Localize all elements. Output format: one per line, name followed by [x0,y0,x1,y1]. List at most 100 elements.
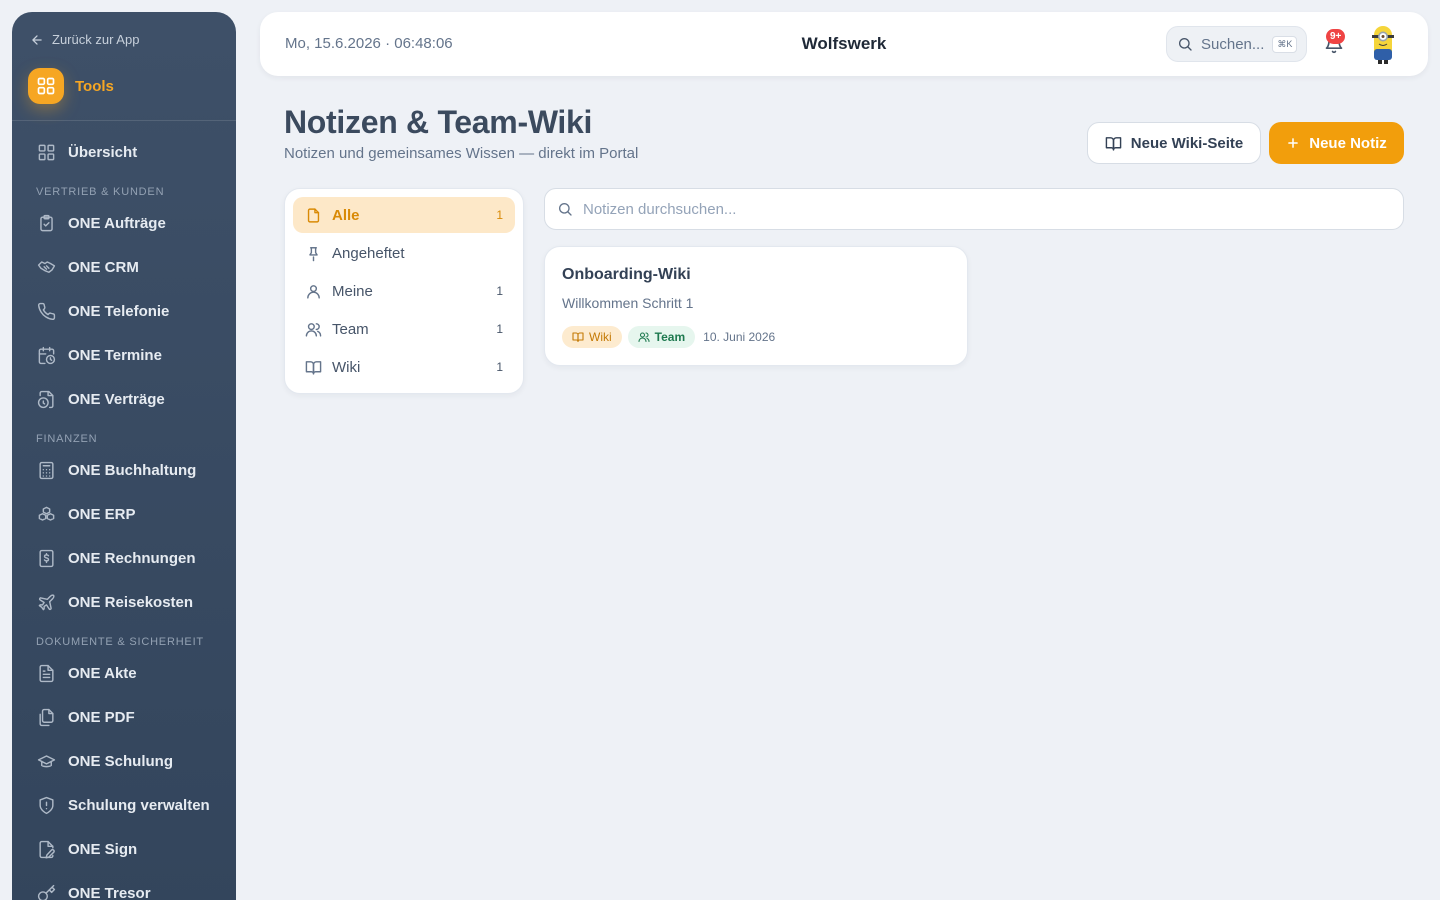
book-icon [305,359,322,376]
notification-count-badge: 9+ [1326,29,1346,44]
sidebar-item-label: ONE Schulung [68,752,173,770]
global-search-button[interactable]: Suchen... ⌘K [1166,26,1307,62]
wiki-tag-label: Wiki [589,330,612,344]
global-search-label: Suchen... [1201,35,1265,53]
sidebar-item-uebersicht[interactable]: Übersicht [36,142,137,162]
back-to-app-link[interactable]: Zurück zur App [30,32,139,47]
clipboard-check-icon [36,213,56,233]
sidebar-item-label: ONE PDF [68,708,135,726]
key-icon [36,883,56,900]
new-note-button[interactable]: Neue Notiz [1269,122,1404,164]
calculator-icon [36,460,56,480]
pin-icon [305,245,322,262]
plus-icon [1286,136,1300,150]
arrow-left-icon [30,33,44,47]
team-tag-label: Team [654,330,686,344]
sidebar-item-label: ONE CRM [68,258,139,276]
boxes-icon [36,504,56,524]
sidebar-item-telefonie[interactable]: ONE Telefonie [36,301,169,321]
new-wiki-page-button[interactable]: Neue Wiki-Seite [1087,122,1261,164]
sidebar-item-label: ONE Buchhaltung [68,461,197,479]
file-text-icon [36,663,56,683]
sidebar-item-label: Übersicht [68,143,138,161]
filter-count: 1 [496,284,503,298]
sidebar-item-auftraege[interactable]: ONE Aufträge [36,213,166,233]
filter-wiki[interactable]: Wiki 1 [293,349,515,385]
sidebar-item-label: ONE Rechnungen [68,549,196,567]
receipt-icon [36,548,56,568]
filter-label: Team [332,320,369,338]
sidebar-item-label: ONE Verträge [68,390,165,408]
filter-count: 1 [496,322,503,336]
search-icon [1177,36,1193,52]
filter-label: Meine [332,282,373,300]
user-icon [305,283,322,300]
sidebar-item-label: ONE Reisekosten [68,593,194,611]
file-icon [305,207,322,224]
sidebar-item-label: Schulung verwalten [68,796,210,814]
sidebar-item-tresor[interactable]: ONE Tresor [36,883,151,900]
sidebar-item-label: ONE Sign [68,840,138,858]
file-signature-icon [36,839,56,859]
sidebar-item-label: ONE Aufträge [68,214,166,232]
shield-icon [36,795,56,815]
sidebar-item-erp[interactable]: ONE ERP [36,504,136,524]
note-title: Onboarding-Wiki [562,266,691,283]
sidebar-item-termine[interactable]: ONE Termine [36,345,162,365]
sidebar-item-reisekosten[interactable]: ONE Reisekosten [36,592,193,612]
tools-label: Tools [75,77,114,95]
sidebar-item-label: ONE Tresor [68,884,151,900]
sidebar-item-vertraege[interactable]: ONE Verträge [36,389,165,409]
minion-avatar-icon [1372,26,1394,64]
sidebar-item-label: ONE Termine [68,346,162,364]
filter-count: 1 [496,208,503,222]
filter-mine[interactable]: Meine 1 [293,273,515,309]
sidebar-item-label: ONE ERP [68,505,136,523]
note-filter-panel: Alle 1 Angeheftet Meine 1 Team 1 Wiki 1 [284,188,524,394]
top-bar: Mo, 15.6.2026 · 06:48:06 Wolfswerk Suche… [260,12,1428,76]
sidebar-item-rechnungen[interactable]: ONE Rechnungen [36,548,196,568]
sidebar-item-sign[interactable]: ONE Sign [36,839,137,859]
filter-pinned[interactable]: Angeheftet [293,235,515,271]
new-wiki-page-label: Neue Wiki-Seite [1130,134,1244,152]
book-icon [572,331,584,343]
new-note-label: Neue Notiz [1309,134,1387,152]
sidebar-item-buchhaltung[interactable]: ONE Buchhaltung [36,460,196,480]
sidebar-item-label: ONE Telefonie [68,302,170,320]
page-subtitle: Notizen und gemeinsames Wissen — direkt … [284,145,639,162]
notes-search-input[interactable] [583,200,1391,218]
sidebar-item-crm[interactable]: ONE CRM [36,257,139,277]
back-to-app-label: Zurück zur App [52,32,140,47]
sidebar-section-title: Vertrieb & Kunden [36,186,165,198]
user-avatar[interactable] [1368,22,1398,66]
filter-all[interactable]: Alle 1 [293,197,515,233]
note-meta: Wiki Team 10. Juni 2026 [562,326,775,348]
search-icon [557,201,573,217]
sidebar-item-schulung[interactable]: ONE Schulung [36,751,173,771]
book-open-icon [1105,135,1122,152]
notes-search-box [544,188,1404,230]
sidebar-section-title: Finanzen [36,433,98,445]
search-shortcut-hint: ⌘K [1272,35,1298,53]
note-excerpt: Willkommen Schritt 1 [562,295,694,311]
tools-header[interactable]: Tools [28,68,114,104]
sidebar-item-pdf[interactable]: ONE PDF [36,707,135,727]
calendar-clock-icon [36,345,56,365]
graduation-cap-icon [36,751,56,771]
sidebar: Zurück zur App Tools Übersicht Vertrieb … [12,12,236,900]
phone-icon [36,301,56,321]
note-date: 10. Juni 2026 [703,330,776,344]
sidebar-item-akte[interactable]: ONE Akte [36,663,137,683]
handshake-icon [36,257,56,277]
sidebar-item-schulung-verwalten[interactable]: Schulung verwalten [36,795,210,815]
filter-team[interactable]: Team 1 [293,311,515,347]
grid-icon [28,68,64,104]
note-card[interactable]: Onboarding-Wiki Willkommen Schritt 1 Wik… [544,246,968,366]
sidebar-section-title: Dokumente & Sicherheit [36,636,204,648]
files-icon [36,707,56,727]
filter-label: Angeheftet [332,244,405,262]
plane-icon [36,592,56,612]
layout-grid-icon [36,142,56,162]
sidebar-divider [12,120,236,121]
users-icon [305,321,322,338]
